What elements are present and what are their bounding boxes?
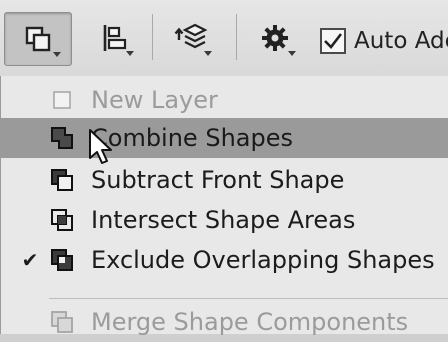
subtract-front-shape-icon [49, 167, 75, 193]
menu-item-intersect-shape-areas[interactable]: Intersect Shape Areas [1, 200, 448, 240]
menu-item-label: Combine Shapes [91, 124, 293, 152]
menu-item-label: Merge Shape Components [91, 308, 409, 336]
chevron-down-icon [126, 51, 134, 56]
path-alignment-icon [103, 25, 127, 51]
auto-add-delete-option[interactable]: Auto Adc [320, 24, 448, 58]
new-layer-icon [49, 87, 75, 113]
checkmark-icon: ✔ [21, 248, 39, 272]
path-operations-icon [25, 26, 51, 52]
menu-item-label: Intersect Shape Areas [91, 206, 356, 234]
auto-add-delete-label: Auto Adc [354, 28, 448, 54]
path-arrangement-icon [174, 23, 208, 49]
menu-item-merge-shape-components[interactable]: Merge Shape Components [1, 302, 448, 342]
merge-shape-components-icon [49, 309, 75, 335]
menu-item-label: Subtract Front Shape [91, 166, 345, 194]
chevron-down-icon [53, 52, 61, 57]
path-operations-button[interactable] [4, 12, 72, 66]
checkmark-icon [324, 33, 343, 49]
menu-item-label: Exclude Overlapping Shapes [91, 246, 435, 274]
menu-item-exclude-overlapping-shapes[interactable]: ✔ Exclude Overlapping Shapes [1, 240, 448, 280]
menu-item-subtract-front-shape[interactable]: Subtract Front Shape [1, 160, 448, 200]
mouse-cursor-icon [89, 129, 112, 164]
path-arrangement-button[interactable] [160, 12, 222, 64]
settings-button[interactable] [244, 12, 306, 64]
chevron-down-icon [204, 51, 212, 56]
gear-icon [262, 25, 288, 51]
path-alignment-button[interactable] [86, 12, 144, 64]
auto-add-delete-checkbox[interactable] [320, 28, 346, 54]
menu-item-new-layer[interactable]: New Layer [1, 80, 448, 120]
intersect-shape-areas-icon [49, 207, 75, 233]
chevron-down-icon [288, 51, 296, 56]
toolbar-divider [152, 14, 153, 60]
toolbar-divider [236, 14, 237, 60]
menu-item-combine-shapes[interactable]: Combine Shapes [1, 118, 448, 158]
path-operations-menu: New Layer Combine Shapes Subtract Front … [0, 76, 448, 336]
options-toolbar: Auto Adc [0, 0, 448, 77]
exclude-overlapping-shapes-icon [49, 247, 75, 273]
combine-shapes-icon [49, 125, 75, 151]
menu-item-label: New Layer [91, 86, 218, 114]
menu-divider [49, 298, 448, 299]
